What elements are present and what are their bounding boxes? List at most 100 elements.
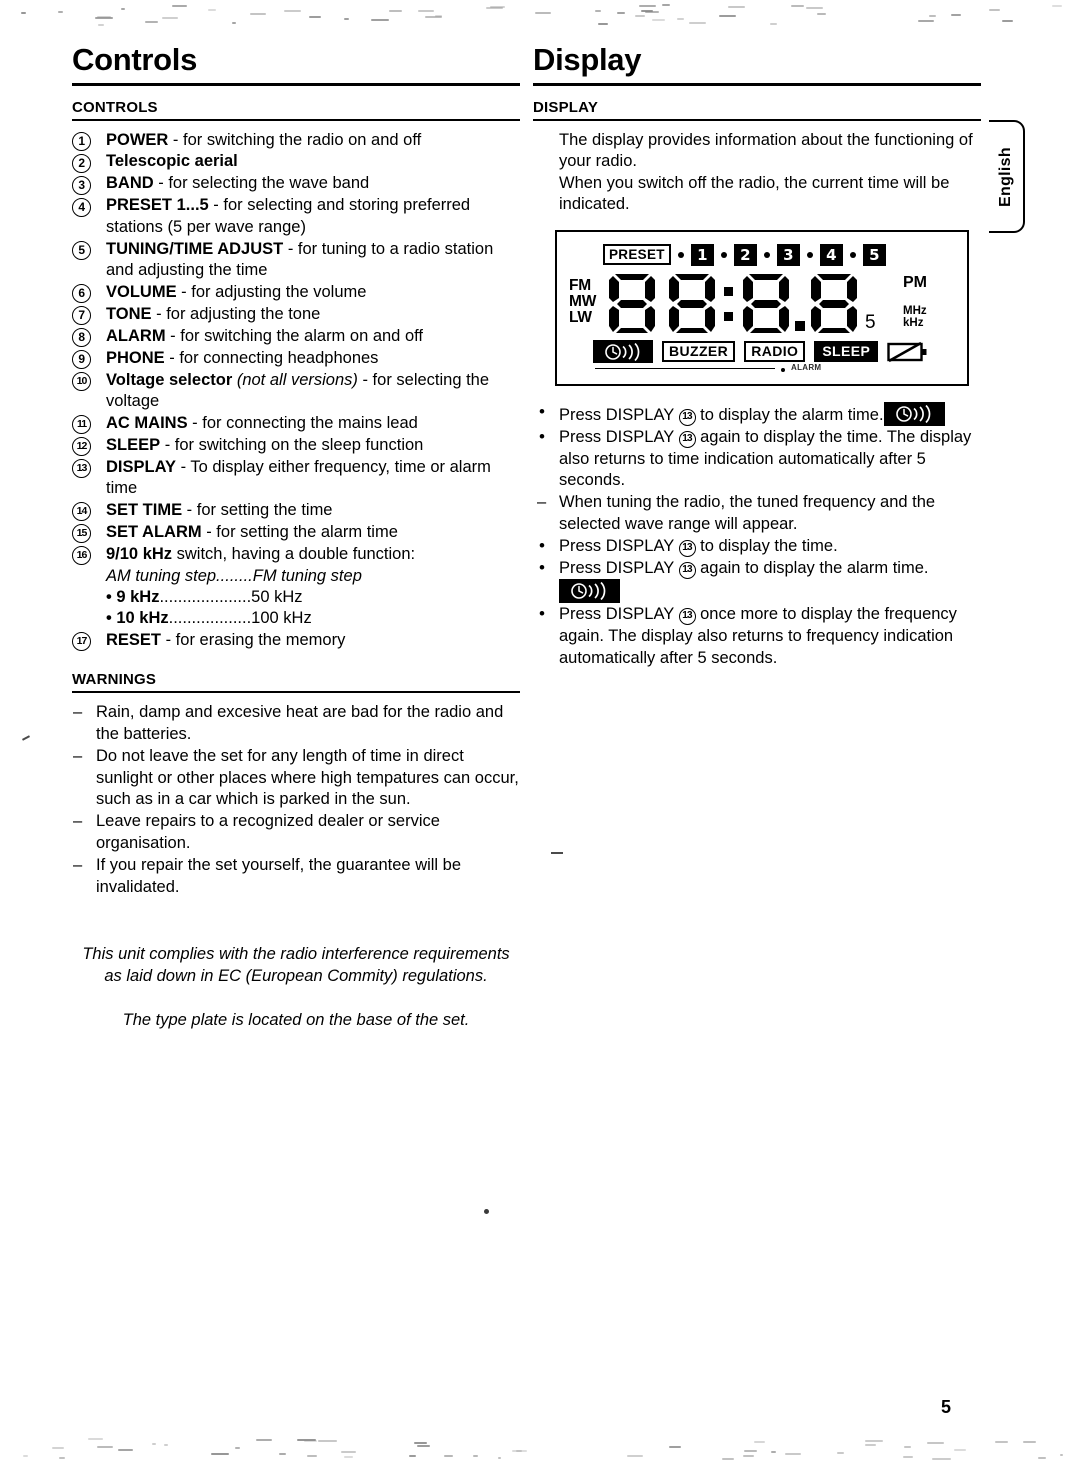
warning-item: If you repair the set yourself, the guar…: [72, 855, 520, 899]
control-item: 11 AC MAINS - for connecting the mains le…: [72, 413, 520, 435]
scan-artifact: [551, 852, 563, 854]
lcd-radio-indicator: RADIO: [744, 341, 806, 363]
instruction-text: When tuning the radio, the tuned frequen…: [559, 493, 936, 533]
control-description: - for setting the time: [182, 500, 333, 519]
lcd-buzzer-indicator: BUZZER: [662, 341, 736, 363]
control-name: RESET: [106, 630, 162, 649]
lcd-preset-row: PRESET 1 2 3 4 5: [569, 242, 955, 268]
warnings-list: Rain, damp and excesive heat are bad for…: [72, 702, 520, 898]
lcd-main-row: FM MW LW 5 PM MHz kHz: [569, 270, 955, 334]
language-tab-english: English: [989, 120, 1025, 233]
intro-line: The display provides information about t…: [559, 130, 973, 171]
title-rule: [72, 82, 520, 86]
display-heading-rule: [533, 118, 981, 121]
type-plate-note: The type plate is located on the base of…: [122, 1011, 470, 1030]
control-description: - for erasing the memory: [161, 630, 346, 649]
control-item: 2 Telescopic aerial: [72, 151, 520, 173]
leader-dots: ..................: [168, 609, 252, 628]
control-number-badge: 7: [72, 306, 91, 326]
control-item: 10 Voltage selector (not all versions) - …: [72, 370, 520, 413]
lcd-khz-label: kHz: [903, 317, 924, 330]
control-item: 15 SET ALARM - for setting the alarm time: [72, 522, 520, 544]
control-number-badge: 16: [72, 546, 91, 566]
alarm-clock-icon: [593, 340, 653, 364]
alarm-dot: [781, 367, 785, 372]
scan-speckle-top: [0, 4, 1080, 30]
control-name: DISPLAY: [106, 457, 176, 476]
control-description: - for switching the radio on and off: [168, 130, 422, 149]
lcd-band-fm: FM: [569, 276, 591, 294]
display-instruction: When tuning the radio, the tuned frequen…: [533, 492, 981, 536]
control-name: Telescopic aerial: [106, 152, 238, 171]
language-tab-label: English: [997, 146, 1014, 207]
control-reference-badge: 13: [678, 608, 696, 626]
control-reference-badge: 13: [678, 561, 696, 579]
control-number-badge: 11: [72, 415, 91, 435]
control-item: 7 TONE - for adjusting the tone: [72, 304, 520, 326]
control-item: 3 BAND - for selecting the wave band: [72, 173, 520, 195]
lcd-seven-segment-digits: 5: [607, 271, 899, 333]
control-number-badge: 9: [72, 350, 91, 370]
warning-item: Rain, damp and excesive heat are bad for…: [72, 702, 520, 746]
tuning-step-row: • 10 kHz..................100 kHz: [72, 608, 520, 629]
control-item: 5 TUNING/TIME ADJUST - for tuning to a ra…: [72, 239, 520, 282]
control-item: 8 ALARM - for switching the alarm on and …: [72, 326, 520, 348]
control-reference-badge: 13: [678, 408, 696, 426]
control-description: switch, having a double function:: [172, 544, 416, 563]
tuning-step-table-header: AM tuning step........FM tuning step: [106, 566, 362, 585]
alarm-rule: [595, 367, 775, 369]
display-instruction: Press DISPLAY 13 again to display the al…: [533, 557, 981, 605]
battery-low-icon: [887, 341, 929, 363]
control-number-badge: 2: [72, 153, 91, 173]
lcd-preset-3: 3: [776, 243, 800, 266]
preset-separator-dot: [720, 251, 727, 258]
tuning-step-row: • 9 kHz....................50 kHz: [72, 587, 520, 608]
lcd-band-mw: MW: [569, 292, 597, 310]
manual-page: Controls CONTROLS 1 POWER - for switching…: [0, 0, 1080, 1469]
lcd-panel: PRESET 1 2 3 4 5 FM MW LW 5 PM MHz kHz B…: [555, 229, 969, 386]
control-item: 4 PRESET 1...5 - for selecting and storin…: [72, 195, 520, 238]
tuning-step-am: • 10 kHz: [106, 609, 169, 628]
control-name: 9/10 kHz: [106, 544, 173, 563]
instruction-text-cont: to display the alarm time.: [695, 405, 884, 424]
control-number-badge: 17: [72, 632, 91, 652]
lcd-unit-indicators: PM MHz kHz: [899, 274, 955, 330]
control-number-badge: 4: [72, 197, 91, 217]
control-description: - for switching on the sleep function: [160, 435, 424, 454]
controls-section-heading: CONTROLS: [72, 98, 158, 116]
lcd-pm-indicator: PM: [903, 273, 927, 291]
control-qualifier: (not all versions): [232, 370, 358, 389]
display-instruction: Press DISPLAY 13 once more to display th…: [533, 603, 981, 669]
lcd-sleep-indicator: SLEEP: [814, 341, 879, 363]
control-description: - for adjusting the volume: [176, 282, 367, 301]
control-name: SET TIME: [106, 500, 183, 519]
svg-text:5: 5: [865, 312, 876, 333]
warning-item: Leave repairs to a recognized dealer or …: [72, 811, 520, 855]
preset-separator-dot: [806, 251, 813, 258]
control-description: - for connecting the mains lead: [187, 413, 418, 432]
display-instruction: Press DISPLAY 13 to display the alarm ti…: [533, 401, 981, 427]
control-reference-badge: 13: [678, 539, 696, 557]
instruction-text: Press DISPLAY: [559, 605, 679, 624]
controls-heading-rule: [72, 118, 520, 121]
page-title-display: Display: [533, 42, 642, 77]
lcd-preset-1: 1: [690, 243, 714, 266]
instruction-text-cont: again to display the alarm time.: [695, 558, 929, 577]
control-name: TUNING/TIME ADJUST: [106, 239, 284, 258]
control-number-badge: 6: [72, 284, 91, 304]
lcd-preset-label: PRESET: [603, 244, 671, 266]
lcd-band-lw: LW: [569, 308, 592, 326]
control-name: POWER: [106, 130, 169, 149]
control-item: 13 DISPLAY - To display either frequency,…: [72, 457, 520, 500]
page-number: 5: [941, 1397, 952, 1417]
lcd-mhz-label: MHz: [903, 304, 927, 317]
control-name: TONE: [106, 304, 152, 323]
control-item: 1 POWER - for switching the radio on and …: [72, 130, 520, 152]
control-number-badge: 1: [72, 132, 91, 152]
control-number-badge: 8: [72, 328, 91, 348]
preset-separator-dot: [849, 251, 856, 258]
warning-item: Do not leave the set for any length of t…: [72, 746, 520, 811]
control-number-badge: 5: [72, 241, 91, 261]
control-description: - for connecting headphones: [164, 348, 379, 367]
control-number-badge: 10: [72, 372, 91, 392]
